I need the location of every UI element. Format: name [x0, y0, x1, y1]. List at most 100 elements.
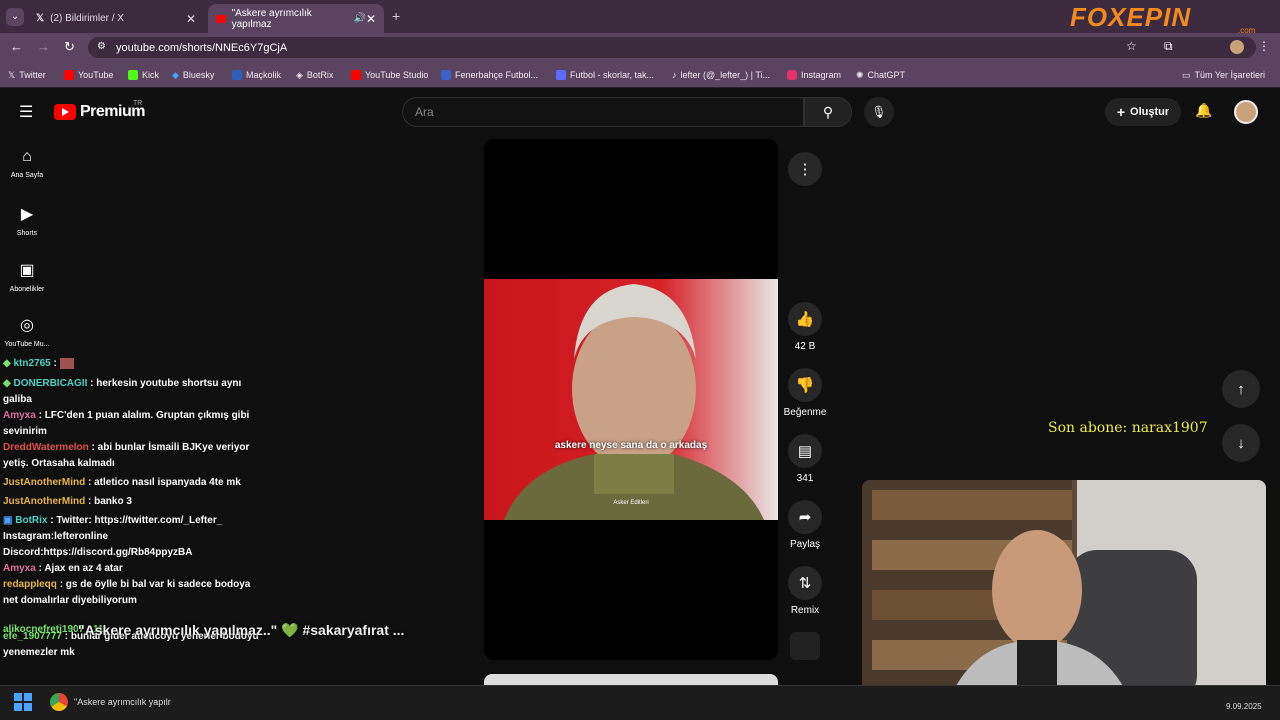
chat-message: JustAnotherMind : banko 3 [0, 494, 265, 510]
chat-message: ◆ DONERBICAGII : herkesin youtube shorts… [0, 376, 265, 408]
reload-icon[interactable]: ↻ [64, 39, 75, 55]
bookmark-youtube[interactable]: YouTube [64, 66, 113, 84]
now-playing-ticker: "Askere ayrımcılık yapılmaz.." 💚 #sakary… [78, 622, 405, 638]
dislike-button[interactable]: 👎 [788, 368, 822, 402]
mic-icon: 🎙 [871, 105, 887, 119]
arrow-up-icon: ↑ [1237, 380, 1245, 398]
star-icon[interactable]: ☆ [1126, 39, 1137, 53]
new-tab-icon[interactable]: + [392, 8, 400, 24]
nav-shorts[interactable]: ▶ Shorts [0, 204, 54, 237]
bookmark-instagram[interactable]: Instagram [787, 66, 841, 84]
chat-user: BotRix [15, 515, 48, 526]
nav-subscriptions[interactable]: ▣ Abonelikler [0, 260, 54, 293]
chat-text: : [53, 358, 57, 369]
last-subscriber: Son abone: narax1907 [1048, 420, 1208, 436]
chat-user: JustAnotherMind [3, 496, 86, 507]
all-bookmarks[interactable]: ▭ Tüm Yer İşaretleri [1182, 66, 1265, 84]
nav-music[interactable]: ◎ YouTube Mu... [0, 315, 54, 348]
close-tab-icon[interactable]: ✕ [186, 12, 196, 26]
remix-icon: ⇅ [798, 575, 812, 592]
like-count: 42 B [794, 341, 816, 352]
chat-user: Amyxa [3, 563, 36, 574]
youtube-logo[interactable]: Premium [54, 103, 145, 121]
tab-search-icon[interactable]: ⌄ [6, 8, 24, 26]
bookmark-label: YouTube [78, 70, 114, 80]
chat-message: JustAnotherMind : atletico nasıl ispanya… [0, 475, 265, 491]
x-icon: 𝕏 [36, 13, 45, 24]
tab-video[interactable]: "Askere ayrımcılık yapılmaz 🔊 ✕ [208, 4, 384, 33]
bookmark-label: Bluesky [182, 70, 215, 80]
fenerbahce-icon [441, 70, 451, 80]
create-button[interactable]: + Oluştur [1105, 98, 1181, 126]
folder-icon: ▭ [1182, 69, 1191, 80]
officer-figure [504, 284, 764, 520]
chat-text: : atletico nasıl ispanyada 4te mk [88, 477, 241, 488]
subscriptions-icon: ▣ [19, 262, 35, 279]
taskbar-window-title[interactable]: "Askere ayrımcılık yapılr [74, 697, 171, 707]
bookmark-label: Fenerbahçe Futbol... [455, 70, 539, 80]
like-button[interactable]: 👍 [788, 302, 822, 336]
next-short-preview[interactable] [484, 674, 778, 685]
voice-search-button[interactable]: 🎙 [864, 97, 894, 127]
search-button[interactable]: ⚲ [804, 97, 852, 127]
url-text: youtube.com/shorts/NNEc6Y7gCjA [116, 41, 288, 54]
account-avatar[interactable] [1234, 100, 1258, 124]
chat-message: ◆ ktn2765 : [0, 356, 265, 372]
comment-count: 341 [796, 473, 814, 484]
back-icon[interactable]: ← [10, 39, 23, 54]
extensions-icon[interactable]: ⧉ [1164, 39, 1173, 54]
chat-text: : LFC'den 1 puan alalım. Gruptan çıkmış … [3, 410, 250, 437]
url-field[interactable]: youtube.com/shorts/NNEc6Y7gCjA [88, 37, 1256, 58]
chat-message: Amyxa : Ajax en az 4 atar [0, 561, 265, 577]
youtube-icon [216, 14, 226, 23]
more-options-button[interactable]: ⋮ [788, 152, 822, 186]
chrome-icon[interactable] [50, 693, 68, 711]
nav-label: Abonelikler [9, 286, 45, 293]
bookmark-fenerbahce[interactable]: Fenerbahçe Futbol... [441, 66, 538, 84]
bookmark-botrix[interactable]: ◈ BotRix [296, 66, 333, 84]
next-short-button[interactable]: ↓ [1222, 424, 1260, 462]
bell-icon[interactable]: 🔔 [1195, 102, 1212, 119]
windows-start-icon[interactable] [14, 693, 32, 711]
profile-avatar[interactable] [1230, 40, 1244, 54]
bookmark-studio[interactable]: YouTube Studio [351, 66, 428, 84]
bot-badge-icon: ▣ [3, 515, 16, 526]
chat-user: Amyxa [3, 410, 36, 421]
video-frame [484, 279, 778, 520]
previous-short-button[interactable]: ↑ [1222, 370, 1260, 408]
search-input[interactable]: Ara [402, 97, 804, 127]
nav-home[interactable]: ⌂ Ana Sayfa [0, 148, 54, 179]
share-button[interactable]: ➦ [788, 500, 822, 534]
chat-user: DONERBICAGII [13, 378, 88, 389]
sound-thumbnail[interactable] [790, 632, 820, 660]
bookmark-mackolik[interactable]: Maçkolik [232, 66, 281, 84]
chat-message: DreddWatermelon : abi bunlar İsmaili BJK… [0, 440, 265, 472]
chat-user: redappleqq [3, 579, 57, 590]
comments-button[interactable]: ▤ [788, 434, 822, 468]
share-icon: ➦ [798, 509, 812, 526]
bookmark-twitter[interactable]: 𝕏 Twitter [8, 66, 46, 84]
site-info-icon[interactable]: ⚙ [97, 41, 106, 52]
chat-user: ktn2765 [13, 358, 51, 369]
arrow-down-icon: ↓ [1237, 434, 1245, 452]
bookmark-label: YouTube Studio [365, 70, 429, 80]
video-watermark: Asker Editleri [613, 500, 649, 506]
bookmark-futbol[interactable]: Futbol - skorlar, tak... [556, 66, 654, 84]
bookmark-chatgpt[interactable]: ✺ ChatGPT [856, 66, 905, 84]
chat-user: JustAnotherMind [3, 477, 86, 488]
plus-icon: + [1116, 104, 1126, 120]
tab-title: "Askere ayrımcılık yapılmaz [231, 7, 312, 30]
bookmark-bluesky[interactable]: ◆ Bluesky [172, 66, 214, 84]
menu-icon[interactable]: ⋮ [1258, 39, 1270, 53]
chat-text: : Ajax en az 4 atar [38, 563, 123, 574]
chat-user: DreddWatermelon [3, 442, 89, 453]
close-tab-icon[interactable]: ✕ [366, 12, 376, 26]
hamburger-icon[interactable]: ☰ [19, 102, 33, 122]
tab-notifications[interactable]: 𝕏 (2) Bildirimler / X ✕ [28, 4, 204, 33]
bookmark-tiktok[interactable]: ♪ lefter (@_lefter_) | Ti... [672, 66, 770, 84]
webcam-feed [862, 480, 1266, 705]
remix-button[interactable]: ⇅ [788, 566, 822, 600]
bookmark-kick[interactable]: Kick [128, 66, 159, 84]
kick-icon [128, 70, 138, 80]
forward-icon[interactable]: → [37, 39, 50, 54]
